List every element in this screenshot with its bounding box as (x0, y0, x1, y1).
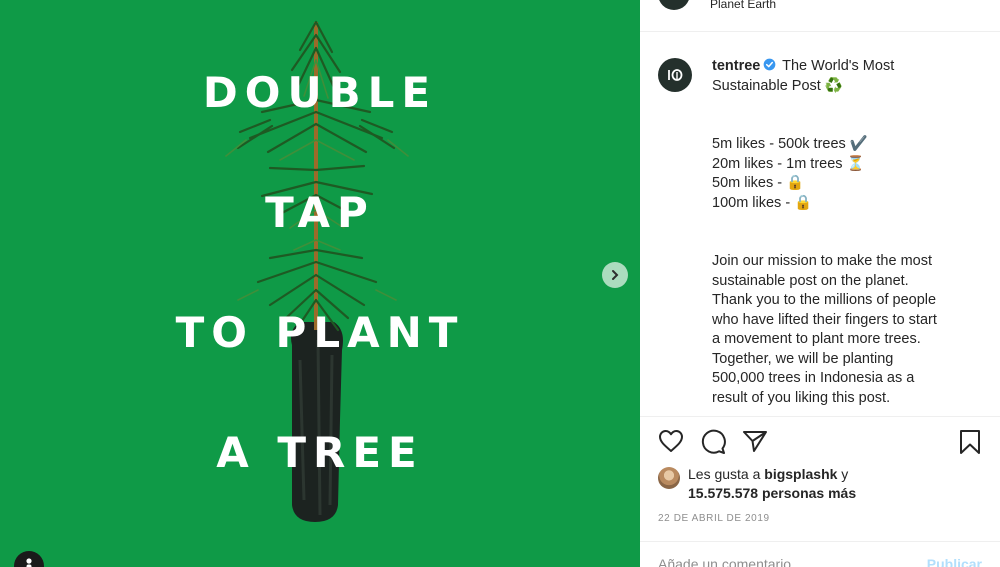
tentree-logo-icon (668, 69, 683, 81)
caption-line-12: Thank you to the millions of people (712, 292, 937, 308)
caption-line-1: Sustainable Post ♻️ (712, 77, 843, 94)
comment-icon[interactable] (700, 429, 726, 454)
headline-line-4: A TREE (216, 428, 424, 477)
chevron-right-icon (612, 270, 619, 280)
caption: tentree The World's Most Sustainable Pos… (640, 44, 1000, 416)
likes-count-link[interactable]: 15.575.578 personas más (688, 485, 856, 501)
actions-section: Les gusta a bigsplashk y 15.575.578 pers… (640, 416, 1000, 567)
caption-line-17: result of you liking this post. (712, 389, 891, 406)
post-header: Planet Earth (640, 0, 1000, 32)
publish-button[interactable]: Publicar (927, 556, 982, 567)
caption-first-line: The World's Most (782, 58, 895, 74)
caption-text: tentree The World's Most Sustainable Pos… (712, 57, 982, 408)
caption-line-7: 100m likes - 🔒 (712, 194, 813, 211)
caption-line-5: 20m likes - 1m trees ⏳ (712, 155, 865, 172)
caption-line-15: Together, we will be planting (712, 350, 894, 367)
headline-line-2: TAP (265, 188, 375, 237)
likes-connector: y (837, 466, 849, 482)
caption-line-13: who have lifted their fingers to start (712, 311, 937, 328)
caption-line-0: tentree The World's Most (712, 57, 982, 77)
caption-line-14: a movement to plant more trees. (712, 331, 921, 347)
share-icon[interactable] (742, 429, 768, 453)
post-date[interactable]: 22 DE ABRIL DE 2019 (658, 513, 770, 524)
likes-text: Les gusta a bigsplashk y 15.575.578 pers… (688, 465, 856, 503)
headline-line-3: TO PLANT (175, 308, 465, 357)
post-side-panel: Planet Earth tentree The World's Most Su… (640, 0, 1000, 567)
avatar[interactable] (658, 0, 690, 10)
caption-line-11: sustainable post on the planet. (712, 272, 909, 289)
comment-bar: Publicar (640, 541, 1000, 567)
person-icon (26, 558, 32, 567)
post-media[interactable]: DOUBLE TAP TO PLANT A TREE (0, 0, 640, 567)
caption-line-4: 5m likes - 500k trees ✔️ (712, 136, 868, 152)
next-image-button[interactable] (602, 262, 628, 288)
verified-badge-icon (764, 58, 776, 71)
liker-avatar[interactable] (658, 467, 680, 489)
liker-username-link[interactable]: bigsplashk (764, 466, 837, 482)
headline-line-1: DOUBLE (202, 68, 438, 117)
heart-icon[interactable] (658, 429, 684, 453)
likes-prefix: Les gusta a (688, 466, 765, 482)
bookmark-icon[interactable] (958, 429, 982, 455)
caption-line-10: Join our mission to make the most (712, 253, 933, 269)
caption-line-6: 50m likes - 🔒 (712, 175, 805, 191)
caption-avatar[interactable] (658, 58, 692, 92)
comment-input[interactable] (658, 556, 898, 567)
location-link[interactable]: Planet Earth (710, 0, 776, 11)
username-link[interactable]: tentree (712, 58, 760, 74)
caption-line-16: 500,000 trees in Indonesia as a (712, 370, 915, 386)
